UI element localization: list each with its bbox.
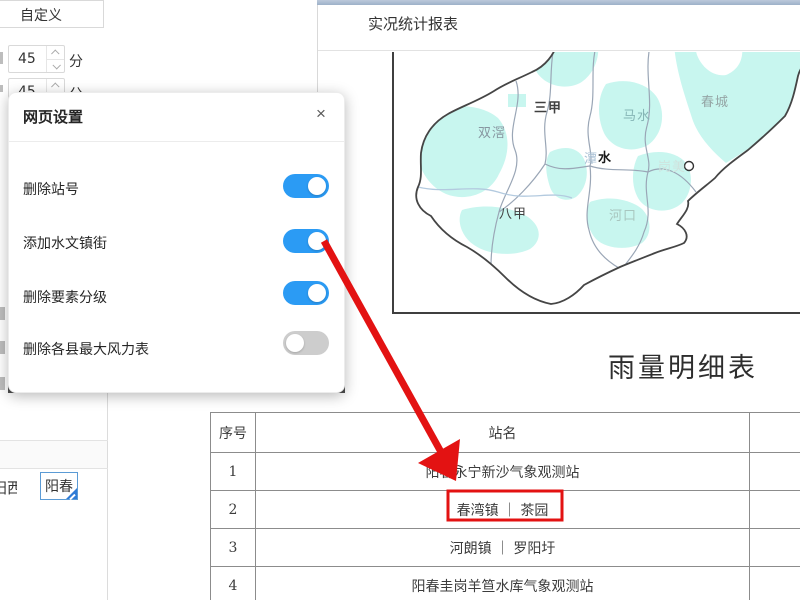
panel-divider bbox=[0, 468, 108, 469]
row-no: 4 bbox=[211, 567, 256, 600]
minute-input-group bbox=[8, 45, 65, 73]
map-label-shuangjiao: 双滘 bbox=[478, 122, 506, 141]
rainfall-table: 序号 站名 1 阳春永宁新沙气象观测站 2 春湾镇 ｜ 茶园 3 河朗镇 ｜ 罗… bbox=[210, 412, 800, 600]
extra-cell bbox=[750, 529, 800, 567]
panel-band bbox=[0, 441, 107, 468]
map-label-mashui: 马水 bbox=[623, 105, 651, 124]
header-station: 站名 bbox=[256, 413, 750, 453]
region-button-yangchun[interactable]: 阳春 bbox=[40, 472, 78, 500]
row-no: 1 bbox=[211, 453, 256, 491]
toggle-delete-element-grading[interactable] bbox=[283, 281, 329, 305]
toggle-delete-max-wind-table[interactable] bbox=[283, 331, 329, 355]
close-icon[interactable]: × bbox=[309, 102, 333, 126]
table-header-row: 序号 站名 bbox=[211, 413, 800, 453]
clipped-label-fragment bbox=[0, 85, 3, 92]
map-label-chuncheng: 春城 bbox=[701, 91, 729, 110]
map-label-sanjia: 三甲 bbox=[534, 97, 562, 116]
header-divider bbox=[318, 50, 800, 51]
clipped-label-fragment bbox=[0, 52, 3, 64]
map-label-shui: 水 bbox=[598, 147, 612, 166]
row-no: 2 bbox=[211, 491, 256, 529]
minute-stepper[interactable] bbox=[46, 46, 64, 72]
tab-custom[interactable]: 自定义 bbox=[0, 0, 104, 28]
minute-unit-label: 分 bbox=[69, 51, 83, 71]
step-up-icon[interactable] bbox=[47, 79, 64, 92]
extra-cell bbox=[750, 453, 800, 491]
clipped-label-fragment bbox=[0, 307, 5, 320]
table-row: 4 阳春圭岗羊笪水库气象观测站 bbox=[211, 567, 800, 600]
step-up-icon[interactable] bbox=[47, 46, 64, 59]
toggle-label-add-hydro-town: 添加水文镇街 bbox=[23, 233, 107, 253]
station-cell: 阳春圭岗羊笪水库气象观测站 bbox=[256, 567, 750, 600]
clipped-label-fragment bbox=[0, 377, 5, 390]
window-top-strip bbox=[317, 0, 800, 5]
toggle-label-delete-element-grading: 删除要素分级 bbox=[23, 287, 107, 307]
county-map-svg bbox=[394, 52, 800, 312]
report-title: 雨量明细表 bbox=[608, 346, 768, 385]
toggle-knob bbox=[286, 334, 304, 352]
clipped-label-fragment bbox=[0, 341, 5, 354]
region-label-yangxi[interactable]: 阳西 bbox=[0, 477, 17, 499]
toggle-label-delete-max-wind-table: 删除各县最大风力表 bbox=[23, 339, 149, 359]
row-no: 3 bbox=[211, 529, 256, 567]
header-extra bbox=[750, 413, 800, 453]
settings-modal: 网页设置 × 删除站号 添加水文镇街 删除要素分级 删除各县最大风力表 bbox=[8, 92, 345, 393]
step-down-icon[interactable] bbox=[47, 59, 64, 72]
station-cell: 河朗镇 ｜ 罗阳圩 bbox=[256, 529, 750, 567]
map-label-tan: 潭 bbox=[584, 148, 598, 167]
station-cell-highlighted: 春湾镇 ｜ 茶园 bbox=[256, 491, 750, 529]
station-cell: 阳春永宁新沙气象观测站 bbox=[256, 453, 750, 491]
rainfall-map: 三甲 双滘 马水 春城 潭 水 岗美 八甲 河口 bbox=[392, 52, 800, 314]
extra-cell bbox=[750, 491, 800, 529]
toggle-knob bbox=[308, 232, 326, 250]
table-row: 2 春湾镇 ｜ 茶园 bbox=[211, 491, 800, 529]
toggle-add-hydro-town[interactable] bbox=[283, 229, 329, 253]
extra-cell bbox=[750, 567, 800, 600]
table-row: 1 阳春永宁新沙气象观测站 bbox=[211, 453, 800, 491]
toggle-label-delete-station-id: 删除站号 bbox=[23, 179, 79, 199]
panel-inner-border bbox=[107, 393, 108, 600]
map-label-gangmei: 岗美 bbox=[658, 156, 686, 175]
header-no: 序号 bbox=[211, 413, 256, 453]
map-label-hekou: 河口 bbox=[609, 205, 637, 224]
page-title: 实况统计报表 bbox=[368, 13, 458, 34]
modal-title: 网页设置 bbox=[23, 106, 83, 127]
modal-divider bbox=[9, 141, 344, 142]
toggle-knob bbox=[308, 284, 326, 302]
toggle-knob bbox=[308, 177, 326, 195]
toggle-delete-station-id[interactable] bbox=[283, 174, 329, 198]
map-label-bajia: 八甲 bbox=[499, 203, 527, 222]
table-row: 3 河朗镇 ｜ 罗阳圩 bbox=[211, 529, 800, 567]
